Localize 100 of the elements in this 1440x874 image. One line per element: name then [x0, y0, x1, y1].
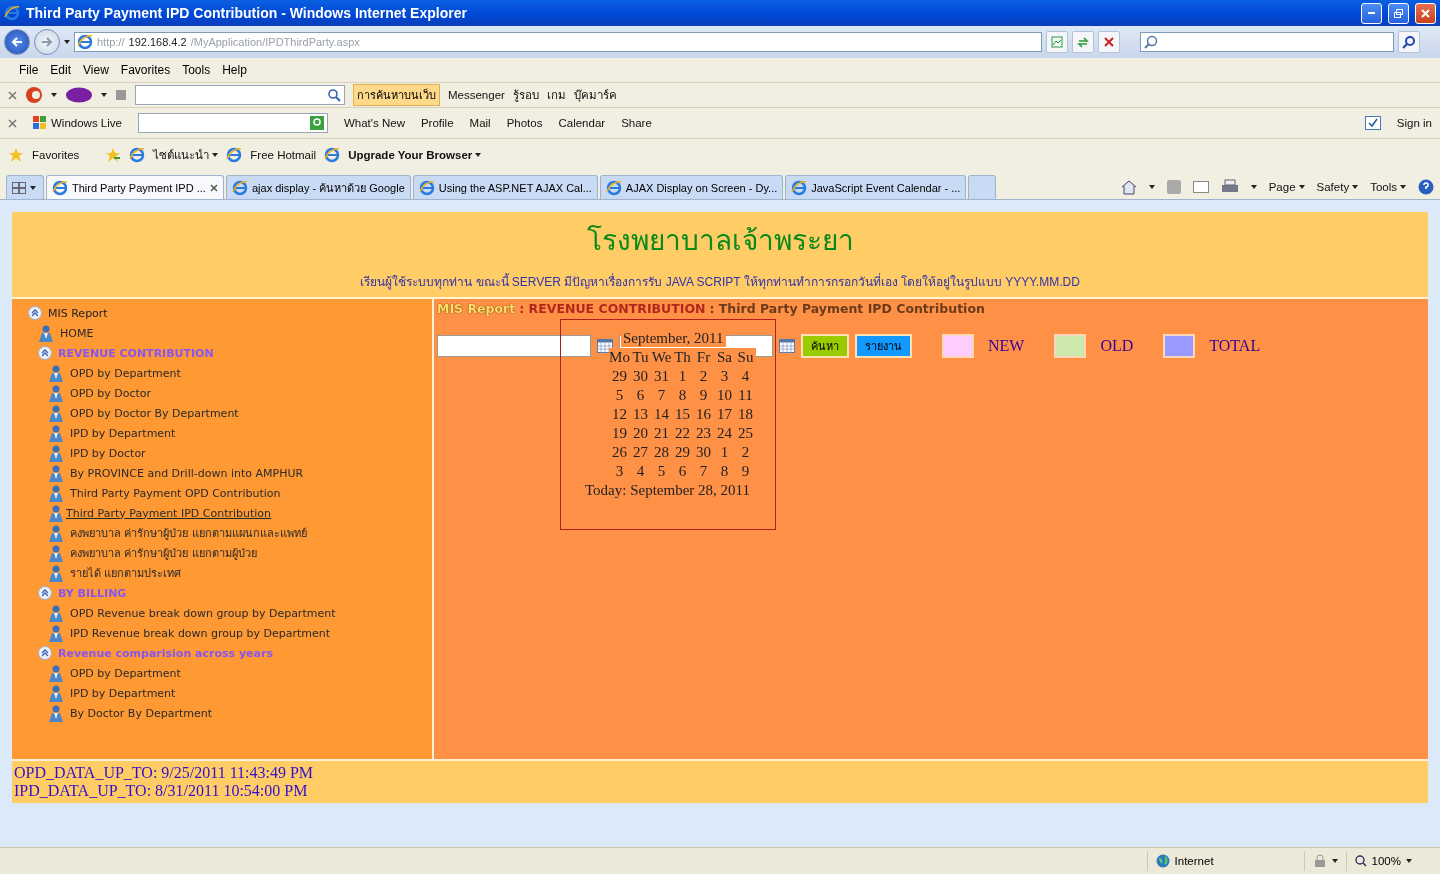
- calendar-day[interactable]: 14: [651, 405, 672, 424]
- menu-link[interactable]: HOME: [60, 326, 94, 340]
- printer-icon[interactable]: [1220, 179, 1239, 195]
- calendar-day[interactable]: 19: [609, 424, 630, 443]
- calendar-day[interactable]: 29: [672, 443, 693, 462]
- browser-tab[interactable]: AJAX Display on Screen - Dy...: [599, 175, 784, 199]
- calendar-day[interactable]: 24: [714, 424, 735, 443]
- address-field[interactable]: http:// 192.168.4.2 /MyApplication/IPDThirdParty.aspx: [74, 32, 1042, 52]
- menu-link[interactable]: OPD Revenue break down group by Department: [70, 606, 336, 620]
- menu-link[interactable]: IPD Revenue break down group by Department: [70, 626, 331, 640]
- favorites-link[interactable]: ไซต์แนะนำ: [153, 146, 219, 164]
- calendar-day[interactable]: 15: [672, 405, 693, 424]
- help-icon[interactable]: [1418, 179, 1434, 195]
- calendar-day[interactable]: 2: [735, 443, 756, 462]
- calendar-day[interactable]: 21: [651, 424, 672, 443]
- toolbar-link[interactable]: Mail: [469, 117, 491, 129]
- back-button[interactable]: [4, 29, 30, 55]
- calendar-day[interactable]: 22: [672, 424, 693, 443]
- today-label[interactable]: Today: September 28, 2011: [585, 482, 751, 499]
- toolbar-link[interactable]: Calendar: [558, 117, 606, 129]
- menu-link[interactable]: OPD by Doctor: [70, 386, 152, 400]
- calendar-day[interactable]: 31: [651, 367, 672, 386]
- compatibility-button[interactable]: [1046, 31, 1068, 53]
- calendar-day[interactable]: 3: [714, 367, 735, 386]
- calendar-day[interactable]: 3: [609, 462, 630, 481]
- calendar-icon[interactable]: [779, 339, 795, 353]
- calendar-day[interactable]: 9: [735, 462, 756, 481]
- toolbar-link[interactable]: Share: [621, 117, 652, 129]
- stop-button[interactable]: [1098, 31, 1120, 53]
- calendar-day[interactable]: 9: [693, 386, 714, 405]
- calendar-day[interactable]: 28: [651, 443, 672, 462]
- toolbar-search-field[interactable]: [137, 113, 328, 133]
- calendar-day[interactable]: 4: [630, 462, 651, 481]
- toolbar-button[interactable]: รู้รอบ: [512, 86, 539, 104]
- command-menu[interactable]: Tools: [1370, 181, 1406, 193]
- calendar-day[interactable]: 1: [672, 367, 693, 386]
- browser-tab[interactable]: JavaScript Event Calendar - ...: [785, 175, 967, 199]
- calendar-day[interactable]: 30: [693, 443, 714, 462]
- menu-link[interactable]: Third Party Payment IPD Contribution: [66, 506, 272, 520]
- calendar-day[interactable]: 8: [714, 462, 735, 481]
- calendar-day[interactable]: 7: [693, 462, 714, 481]
- browser-tab[interactable]: ajax display - ค้นหาด้วย Google: [226, 175, 411, 199]
- favorites-link[interactable]: Free Hotmail: [250, 149, 317, 161]
- close-button[interactable]: [1415, 2, 1436, 24]
- menu-link[interactable]: By Doctor By Department: [70, 706, 212, 720]
- calendar-day[interactable]: 11: [735, 386, 756, 405]
- toolbar-link[interactable]: Photos: [506, 117, 543, 129]
- calendar-day[interactable]: 12: [609, 405, 630, 424]
- menu-link[interactable]: OPD by Doctor By Department: [70, 406, 239, 420]
- menu-link[interactable]: IPD by Department: [70, 426, 176, 440]
- toolbar-search-field[interactable]: [135, 85, 345, 105]
- action-button[interactable]: รายงาน: [855, 334, 912, 358]
- mail-icon[interactable]: [1192, 181, 1209, 193]
- calendar-day[interactable]: 25: [735, 424, 756, 443]
- menu-item[interactable]: View: [78, 63, 114, 77]
- calendar-day[interactable]: 10: [714, 386, 735, 405]
- calendar-day[interactable]: 29: [609, 367, 630, 386]
- web-search-button[interactable]: การค้นหาบนเว็บ: [353, 84, 440, 106]
- calendar-day[interactable]: 30: [630, 367, 651, 386]
- toolbar-button[interactable]: Messenger: [448, 89, 505, 101]
- calendar-day[interactable]: 27: [630, 443, 651, 462]
- menu-link[interactable]: OPD by Department: [70, 666, 181, 680]
- menu-item[interactable]: File: [14, 63, 44, 77]
- search-button[interactable]: [1398, 31, 1420, 53]
- calendar-day[interactable]: 6: [630, 386, 651, 405]
- calendar-day[interactable]: 5: [609, 386, 630, 405]
- favorites-button[interactable]: Favorites: [32, 149, 80, 161]
- menu-link[interactable]: IPD by Department: [70, 686, 176, 700]
- zoom-level[interactable]: 100%: [1371, 855, 1401, 867]
- browser-tab[interactable]: Using the ASP.NET AJAX Cal...: [412, 175, 598, 199]
- menu-link[interactable]: Third Party Payment OPD Contribution: [70, 486, 281, 500]
- calendar-day[interactable]: 13: [630, 405, 651, 424]
- menu-link[interactable]: คงพยาบาล ค่ารักษาผู้ป่วย แยกตามแผนกและแพทย์: [70, 524, 307, 542]
- menu-link[interactable]: OPD by Department: [70, 366, 181, 380]
- start-date-field[interactable]: [437, 335, 591, 357]
- toolbar-link[interactable]: Profile: [420, 117, 454, 129]
- toolbar-button[interactable]: เกม: [546, 86, 566, 104]
- browser-tab[interactable]: Third Party Payment IPD ...: [46, 175, 224, 199]
- calendar-day[interactable]: 16: [693, 405, 714, 424]
- menu-link[interactable]: คงพยาบาล ค่ารักษาผู้ป่วย แยกตามผู้ป่วย: [70, 544, 257, 562]
- calendar-day[interactable]: 8: [672, 386, 693, 405]
- close-icon[interactable]: [210, 183, 218, 192]
- search-field[interactable]: [1140, 32, 1394, 52]
- calendar-day[interactable]: 4: [735, 367, 756, 386]
- calendar-day[interactable]: 17: [714, 405, 735, 424]
- menu-item[interactable]: Edit: [45, 63, 77, 77]
- menu-item[interactable]: Favorites: [115, 63, 176, 77]
- calendar-day[interactable]: 6: [672, 462, 693, 481]
- minimize-button[interactable]: [1361, 2, 1382, 24]
- action-button[interactable]: ค้นหา: [801, 334, 849, 358]
- menu-link[interactable]: By PROVINCE and Drill-down into AMPHUR: [70, 466, 304, 480]
- home-icon[interactable]: [1120, 179, 1137, 195]
- menu-item[interactable]: Help: [217, 63, 252, 77]
- calendar-icon[interactable]: [597, 339, 613, 353]
- toolbar-button[interactable]: บุ๊คมาร์ค: [573, 86, 617, 104]
- calendar-day[interactable]: 26: [609, 443, 630, 462]
- calendar-day[interactable]: 1: [714, 443, 735, 462]
- favorites-link[interactable]: Upgrade Your Browser: [348, 149, 482, 161]
- toolbar-link[interactable]: What's New: [343, 117, 405, 129]
- calendar-day[interactable]: 18: [735, 405, 756, 424]
